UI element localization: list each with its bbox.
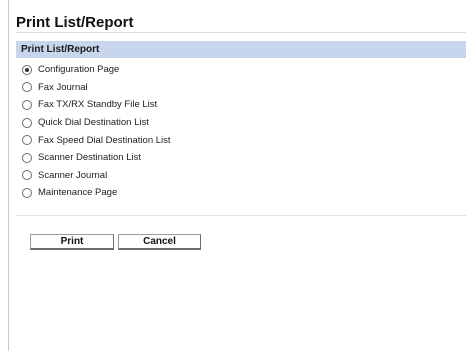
option-fax-txrx-standby-file-list[interactable]: Fax TX/RX Standby File List (22, 96, 442, 114)
option-label: Configuration Page (38, 64, 120, 76)
section-header: Print List/Report (16, 41, 466, 58)
radio-button[interactable] (22, 64, 32, 75)
option-label: Fax TX/RX Standby File List (38, 99, 158, 111)
option-label: Quick Dial Destination List (38, 117, 149, 129)
form-divider (16, 215, 466, 216)
option-label: Scanner Journal (38, 169, 108, 181)
radio-button[interactable] (22, 135, 32, 146)
section-header-label: Print List/Report (21, 44, 100, 55)
option-label: Fax Speed Dial Destination List (38, 134, 171, 146)
page-title: Print List/Report (16, 14, 134, 31)
print-button[interactable]: Print (30, 234, 114, 250)
radio-button[interactable] (22, 187, 32, 198)
title-divider (16, 32, 466, 33)
option-configuration-page[interactable]: Configuration Page (22, 61, 442, 79)
radio-button[interactable] (22, 99, 32, 110)
option-scanner-journal[interactable]: Scanner Journal (22, 167, 442, 185)
radio-button[interactable] (22, 170, 32, 181)
option-fax-speed-dial-destination-list[interactable]: Fax Speed Dial Destination List (22, 131, 442, 149)
radio-button[interactable] (22, 117, 32, 128)
option-fax-journal[interactable]: Fax Journal (22, 79, 442, 97)
report-options-list: Configuration Page Fax Journal Fax TX/RX… (22, 61, 442, 202)
option-label: Fax Journal (38, 81, 88, 93)
radio-button[interactable] (22, 82, 32, 93)
radio-button[interactable] (22, 152, 32, 163)
option-label: Scanner Destination List (38, 152, 141, 164)
option-quick-dial-destination-list[interactable]: Quick Dial Destination List (22, 114, 442, 132)
left-frame-border (8, 0, 9, 351)
option-label: Maintenance Page (38, 187, 118, 199)
option-maintenance-page[interactable]: Maintenance Page (22, 184, 442, 202)
option-scanner-destination-list[interactable]: Scanner Destination List (22, 149, 442, 167)
cancel-button[interactable]: Cancel (118, 234, 201, 250)
